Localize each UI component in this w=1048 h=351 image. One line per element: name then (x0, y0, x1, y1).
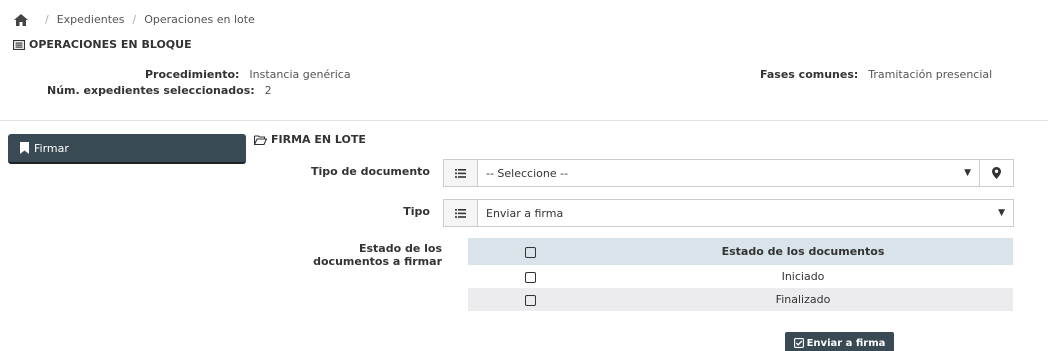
map-marker-button[interactable] (980, 159, 1014, 187)
tipo-group: Enviar a firma ▼ (443, 199, 1014, 227)
section-title: FIRMA EN LOTE (254, 133, 366, 146)
breadcrumb-separator: / (45, 13, 49, 26)
list-icon (443, 159, 478, 187)
tipo-documento-group: -- Seleccione -- ▼ (443, 159, 1014, 187)
tipo-documento-select[interactable]: -- Seleccione -- ▼ (478, 159, 980, 187)
row-checkbox-cell (468, 288, 593, 311)
breadcrumb: / Expedientes / Operaciones en lote (14, 13, 255, 26)
procedimiento-label: Procedimiento: (145, 68, 240, 81)
breadcrumb-separator: / (132, 13, 137, 26)
select-all-cell (468, 238, 593, 265)
page-title: OPERACIONES EN BLOQUE (13, 38, 192, 51)
bookmark-icon (20, 142, 29, 154)
info-num-expedientes: Núm. expedientes seleccionados: 2 (47, 84, 272, 97)
tipo-documento-label: Tipo de documento (310, 165, 430, 178)
num-expedientes-label: Núm. expedientes seleccionados: (47, 84, 255, 97)
row-checkbox[interactable] (525, 294, 536, 306)
select-all-checkbox[interactable] (525, 246, 536, 258)
firmar-button-label: Firmar (34, 141, 69, 155)
table-header-row: Estado de los documentos (468, 238, 1013, 265)
firmar-button[interactable]: Firmar (8, 134, 246, 164)
estado-cell: Finalizado (593, 288, 1013, 311)
enviar-a-firma-label: Enviar a firma (806, 338, 886, 349)
num-expedientes-value: 2 (264, 84, 272, 97)
row-checkbox[interactable] (525, 271, 536, 283)
divider (0, 120, 1048, 121)
section-title-text: FIRMA EN LOTE (271, 133, 366, 146)
map-marker-icon (992, 167, 1001, 179)
tipo-label: Tipo (403, 205, 430, 218)
info-fases: Fases comunes: Tramitación presencial (760, 68, 992, 81)
estado-documentos-table: Estado de los documentos Iniciado Finali… (468, 238, 1013, 311)
estado-cell: Iniciado (781, 270, 825, 283)
caret-down-icon: ▼ (998, 208, 1005, 218)
fases-value: Tramitación presencial (868, 68, 993, 81)
fases-label: Fases comunes: (760, 68, 859, 81)
enviar-a-firma-button[interactable]: Enviar a firma (785, 332, 894, 351)
list-alt-icon (13, 39, 25, 50)
folder-open-icon (254, 134, 267, 145)
table-row: Iniciado (468, 265, 1013, 288)
page-title-text: OPERACIONES EN BLOQUE (29, 38, 192, 51)
tipo-select[interactable]: Enviar a firma ▼ (478, 199, 1014, 227)
tipo-value: Enviar a firma (486, 206, 564, 220)
info-procedimiento: Procedimiento: Instancia genérica (145, 68, 351, 81)
row-checkbox-cell (468, 265, 593, 288)
estado-header: Estado de los documentos (593, 238, 1013, 265)
check-square-icon (793, 338, 804, 348)
home-icon[interactable] (14, 13, 28, 26)
estado-label: Estado de los documentos a firmar (313, 242, 442, 268)
caret-down-icon: ▼ (964, 168, 971, 178)
table-row: Finalizado (468, 288, 1013, 311)
tipo-documento-value: -- Seleccione -- (486, 166, 569, 180)
list-icon (443, 199, 478, 227)
breadcrumb-expedientes[interactable]: Expedientes (57, 13, 125, 26)
breadcrumb-current: Operaciones en lote (144, 13, 255, 26)
procedimiento-value: Instancia genérica (249, 68, 351, 81)
